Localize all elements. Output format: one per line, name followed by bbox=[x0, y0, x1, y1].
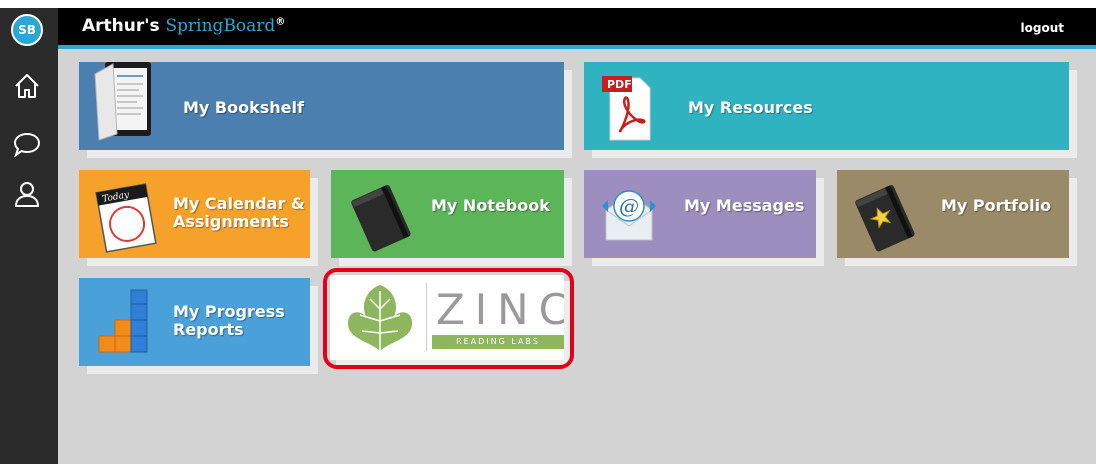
tile-label-line1: My Progress bbox=[173, 302, 285, 321]
tile-label: My Notebook bbox=[431, 196, 550, 215]
tile-label: My Messages bbox=[684, 196, 805, 215]
bar-blocks-icon bbox=[91, 288, 163, 360]
svg-text:PDF: PDF bbox=[607, 78, 632, 91]
chat-bubble-icon[interactable] bbox=[12, 129, 42, 159]
home-icon[interactable] bbox=[12, 71, 42, 101]
tile-label-line2: Reports bbox=[173, 320, 244, 339]
portfolio-star-icon bbox=[849, 180, 921, 252]
tile-my-messages[interactable]: @ My Messages bbox=[584, 170, 816, 258]
calendar-today-icon: Today bbox=[95, 182, 157, 254]
pdf-icon: PDF bbox=[600, 72, 654, 142]
brand-title: Arthur's SpringBoard® bbox=[82, 16, 285, 36]
brand-name: SpringBoard bbox=[165, 16, 276, 36]
tile-my-bookshelf[interactable]: My Bookshelf bbox=[79, 62, 564, 150]
springboard-logo-badge[interactable]: SB bbox=[11, 14, 43, 46]
top-strip bbox=[0, 0, 1096, 8]
email-at-icon: @ bbox=[598, 180, 660, 246]
brand-mark: ® bbox=[275, 16, 286, 28]
notebook-icon bbox=[345, 180, 417, 252]
tile-my-calendar[interactable]: Today My Calendar & Assignments bbox=[79, 170, 310, 258]
tile-label-line2: Assignments bbox=[173, 212, 289, 231]
tile-my-portfolio[interactable]: My Portfolio bbox=[837, 170, 1069, 258]
svg-text:@: @ bbox=[619, 194, 639, 218]
top-bar: Arthur's SpringBoard® logout bbox=[58, 8, 1096, 49]
tile-my-progress-reports[interactable]: My Progress Reports bbox=[79, 278, 310, 366]
highlight-frame bbox=[323, 268, 574, 369]
tile-my-resources[interactable]: PDF My Resources bbox=[584, 62, 1069, 150]
logout-link[interactable]: logout bbox=[1021, 21, 1064, 35]
brand-owner: Arthur's bbox=[82, 16, 160, 36]
tablet-book-icon bbox=[93, 58, 155, 142]
tile-label: My Portfolio bbox=[941, 196, 1052, 215]
user-icon[interactable] bbox=[12, 179, 42, 209]
sidebar: SB bbox=[0, 8, 58, 464]
tile-label-line1: My Calendar & bbox=[173, 194, 305, 213]
tile-label: My Bookshelf bbox=[183, 98, 304, 117]
tile-label: My Resources bbox=[688, 98, 813, 117]
tile-my-notebook[interactable]: My Notebook bbox=[331, 170, 564, 258]
